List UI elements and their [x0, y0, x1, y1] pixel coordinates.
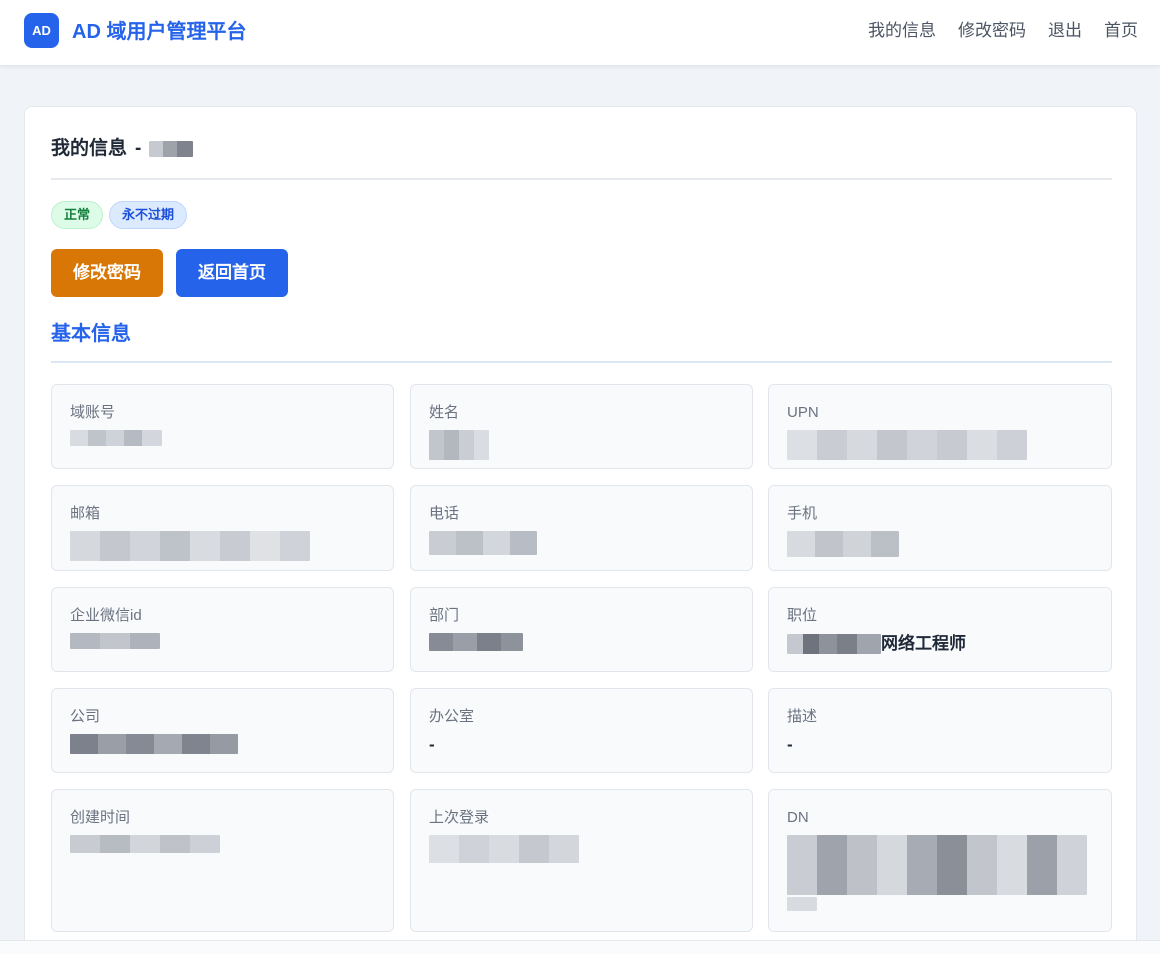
redacted-text — [787, 897, 817, 911]
page-footer — [0, 940, 1160, 954]
change-password-button[interactable]: 修改密码 — [51, 249, 163, 297]
profile-card: 我的信息 - 正常 永不过期 修改密码 返回首页 基本信息 域账号 姓名 UPN — [24, 106, 1137, 954]
field-label: 办公室 — [429, 708, 475, 725]
field-label: 描述 — [787, 708, 818, 725]
field-created-time: 创建时间 — [51, 789, 394, 932]
field-email: 邮箱 — [51, 485, 394, 571]
field-label: 部门 — [429, 607, 460, 624]
field-value-redacted — [429, 531, 537, 555]
field-value-redacted — [787, 430, 1027, 460]
redacted-text — [70, 633, 160, 649]
section-divider — [51, 361, 1112, 363]
field-dn: DN — [768, 789, 1112, 932]
field-mobile: 手机 — [768, 485, 1112, 571]
redacted-text — [429, 531, 537, 555]
redacted-text — [787, 634, 881, 654]
field-office: 办公室 - — [410, 688, 753, 773]
nav-my-info[interactable]: 我的信息 — [868, 19, 936, 43]
app-title[interactable]: AD 域用户管理平台 — [72, 19, 246, 45]
field-value-redacted — [429, 430, 489, 460]
field-label: 职位 — [787, 607, 818, 624]
field-wecom-id: 企业微信id — [51, 587, 394, 672]
field-full-name: 姓名 — [410, 384, 753, 469]
title-divider — [51, 178, 1112, 180]
title-separator: - — [135, 138, 142, 159]
status-badge-normal: 正常 — [51, 201, 104, 229]
field-department: 部门 — [410, 587, 753, 672]
redacted-username — [149, 141, 194, 157]
field-label: 手机 — [787, 505, 818, 522]
field-value-redacted — [429, 633, 523, 651]
redacted-text — [429, 633, 523, 651]
redacted-text — [70, 835, 220, 853]
field-value-redacted — [429, 835, 579, 863]
field-label: 域账号 — [70, 404, 116, 421]
field-position: 职位 网络工程师 — [768, 587, 1112, 672]
field-value-redacted — [787, 531, 899, 557]
field-value-redacted — [787, 835, 1087, 911]
nav-logout[interactable]: 退出 — [1048, 19, 1082, 43]
field-phone: 电话 — [410, 485, 753, 571]
field-last-login: 上次登录 — [410, 789, 753, 932]
field-label: DN — [787, 809, 809, 826]
action-buttons: 修改密码 返回首页 — [51, 249, 288, 297]
redacted-text — [787, 835, 1087, 895]
back-home-button[interactable]: 返回首页 — [176, 249, 288, 297]
field-value: - — [787, 735, 793, 754]
field-label: 公司 — [70, 708, 101, 725]
redacted-text — [70, 430, 162, 446]
field-value-redacted — [70, 430, 162, 446]
field-description: 描述 - — [768, 688, 1112, 773]
field-label: 邮箱 — [70, 505, 101, 522]
redacted-text — [787, 430, 1027, 460]
field-label: 企业微信id — [70, 607, 142, 624]
field-value-redacted — [70, 633, 160, 649]
redacted-text — [429, 835, 579, 863]
redacted-text — [70, 531, 310, 561]
nav-change-password[interactable]: 修改密码 — [958, 19, 1026, 43]
section-title-basic-info: 基本信息 — [51, 323, 131, 345]
top-nav: 我的信息 修改密码 退出 首页 — [868, 19, 1138, 43]
redacted-text — [429, 430, 489, 460]
field-value-redacted — [70, 835, 220, 853]
page-title-text: 我的信息 — [51, 138, 128, 159]
field-label: 电话 — [429, 505, 460, 522]
field-value: - — [429, 735, 435, 754]
logo-badge[interactable]: AD — [24, 13, 59, 48]
status-badges: 正常 永不过期 — [51, 201, 188, 229]
field-label: 创建时间 — [70, 809, 131, 826]
field-value-redacted — [70, 531, 310, 561]
field-upn: UPN — [768, 384, 1112, 469]
field-label: UPN — [787, 404, 819, 421]
nav-home[interactable]: 首页 — [1104, 19, 1138, 43]
field-value-redacted — [70, 734, 238, 754]
field-label: 姓名 — [429, 404, 460, 421]
status-badge-never-expire: 永不过期 — [109, 201, 188, 229]
field-company: 公司 — [51, 688, 394, 773]
position-text: 网络工程师 — [881, 634, 966, 653]
field-value: 网络工程师 — [787, 633, 966, 655]
field-label: 上次登录 — [429, 809, 490, 826]
field-domain-account: 域账号 — [51, 384, 394, 469]
page-title: 我的信息 - — [51, 137, 194, 161]
redacted-text — [70, 734, 238, 754]
top-navbar: AD AD 域用户管理平台 我的信息 修改密码 退出 首页 — [0, 0, 1160, 66]
redacted-text — [787, 531, 899, 557]
